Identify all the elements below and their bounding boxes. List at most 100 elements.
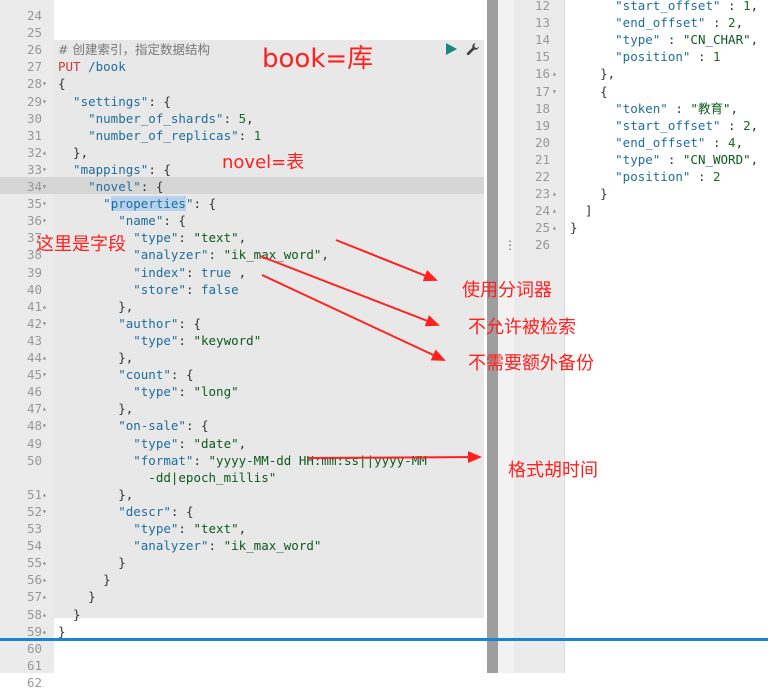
code-token: "教育" xyxy=(690,100,731,116)
code-text[interactable]: { xyxy=(58,75,66,92)
code-text[interactable]: }, xyxy=(58,349,133,366)
wrench-icon[interactable] xyxy=(466,42,480,56)
code-token: : xyxy=(705,134,729,150)
fold-collapse-icon[interactable]: ▴ xyxy=(552,185,562,202)
code-token: "mappings" xyxy=(58,161,149,177)
fold-collapse-icon[interactable]: ▴ xyxy=(42,400,52,417)
fold-expand-icon[interactable]: ▾ xyxy=(42,417,52,434)
code-token: "type" xyxy=(570,151,661,167)
code-text[interactable]: "mappings": { xyxy=(58,161,171,178)
fold-expand-icon[interactable]: ▾ xyxy=(552,83,562,100)
line-number: 36 xyxy=(26,213,42,229)
code-token: , xyxy=(750,117,759,133)
line-number: 46 xyxy=(26,384,42,400)
code-text[interactable]: "on-sale": { xyxy=(58,417,208,434)
code-text[interactable]: "number_of_replicas": 1 xyxy=(58,127,261,144)
code-token: } xyxy=(570,220,578,236)
fold-expand-icon[interactable]: ▾ xyxy=(42,315,52,332)
code-token: "ik_max_word" xyxy=(223,538,322,554)
code-token: , xyxy=(238,521,247,536)
code-text[interactable]: }, xyxy=(58,144,88,161)
code-text[interactable]: "settings": { xyxy=(58,93,171,110)
code-text[interactable]: "type": "keyword" xyxy=(58,332,261,349)
code-text[interactable]: "store": false xyxy=(58,281,238,298)
fold-collapse-icon[interactable]: ▴ xyxy=(42,298,52,315)
code-text: "type" : "CN_WORD", xyxy=(570,151,758,168)
code-token: } xyxy=(570,186,608,202)
code-text[interactable]: } xyxy=(58,554,126,571)
fold-collapse-icon[interactable]: ▴ xyxy=(42,606,52,623)
code-token: "type" xyxy=(58,521,179,536)
fold-expand-icon[interactable]: ▾ xyxy=(42,161,52,178)
code-token: { xyxy=(58,76,66,92)
code-text[interactable]: }, xyxy=(58,486,133,503)
code-text[interactable]: } xyxy=(58,606,81,623)
line-number: 16 xyxy=(534,66,550,82)
code-text[interactable]: "number_of_shards": 5, xyxy=(58,110,254,127)
code-token: : xyxy=(178,521,194,536)
fold-expand-icon[interactable]: ▾ xyxy=(42,503,52,520)
fold-expand-icon[interactable]: ▾ xyxy=(42,178,52,195)
fold-collapse-icon[interactable]: ▴ xyxy=(42,588,52,605)
fold-expand-icon[interactable]: ▾ xyxy=(42,195,52,212)
code-token: "end_offset" xyxy=(570,15,706,31)
fold-collapse-icon[interactable]: ▴ xyxy=(42,144,52,161)
code-text[interactable]: "author": { xyxy=(58,315,201,332)
line-number: 55 xyxy=(26,555,42,571)
code-token: "novel" xyxy=(58,179,141,194)
code-text[interactable]: # 创建索引，指定数据结构 xyxy=(58,41,210,58)
code-text[interactable]: "format": "yyyy-MM-dd HH:mm:ss||yyyy-MM xyxy=(58,452,427,469)
fold-expand-icon[interactable]: ▾ xyxy=(42,93,52,110)
line-number: 58 xyxy=(26,606,42,622)
play-icon[interactable] xyxy=(444,42,458,56)
line-number: 20 xyxy=(534,134,550,150)
code-token: : { xyxy=(148,93,171,109)
code-text[interactable]: -dd|epoch_millis" xyxy=(58,469,276,486)
code-text[interactable]: "type": "date", xyxy=(58,435,246,452)
fold-collapse-icon[interactable]: ▴ xyxy=(552,202,562,219)
line-number: 56 xyxy=(26,572,42,588)
code-text[interactable]: "novel": { xyxy=(58,178,163,195)
line-number: 52 xyxy=(26,503,42,519)
fold-expand-icon[interactable]: ▾ xyxy=(42,366,52,383)
code-text[interactable]: "properties": { xyxy=(58,195,216,212)
code-token: # 创建索引，指定数据结构 xyxy=(58,42,210,58)
code-text[interactable]: "type": "long" xyxy=(58,383,238,400)
code-text[interactable]: "index": true , xyxy=(58,264,246,281)
fold-collapse-icon[interactable]: ▴ xyxy=(42,349,52,366)
fold-collapse-icon[interactable]: ▴ xyxy=(42,486,52,503)
fold-expand-icon[interactable]: ▾ xyxy=(42,75,52,92)
code-token: , xyxy=(750,0,759,13)
code-text[interactable]: } xyxy=(58,588,96,605)
fold-collapse-icon[interactable]: ▴ xyxy=(552,65,562,82)
code-token: , xyxy=(246,110,254,126)
code-text[interactable]: } xyxy=(58,571,111,588)
code-text[interactable]: }, xyxy=(58,298,133,315)
line-number: 51 xyxy=(26,486,42,502)
fold-collapse-icon[interactable]: ▴ xyxy=(42,571,52,588)
fold-collapse-icon[interactable]: ▴ xyxy=(42,554,52,571)
code-token: 1 xyxy=(743,0,751,13)
code-token: "settings" xyxy=(58,93,149,109)
fold-expand-icon[interactable]: ▾ xyxy=(42,212,52,229)
code-token: "author" xyxy=(58,315,179,331)
code-text[interactable]: }, xyxy=(58,400,133,417)
code-token: , xyxy=(231,264,247,280)
code-text[interactable]: PUT /book xyxy=(58,58,126,75)
line-number: 34 xyxy=(26,179,42,194)
code-text[interactable]: "count": { xyxy=(58,366,193,383)
line-number: 21 xyxy=(534,151,550,167)
code-token: : xyxy=(667,100,691,116)
annotation-analyzer: 使用分词器 xyxy=(462,280,552,301)
code-text: "start_offset" : 2, xyxy=(570,117,758,134)
code-text[interactable]: "descr": { xyxy=(58,503,193,520)
code-text: }, xyxy=(570,65,615,82)
code-text[interactable]: "type": "text", xyxy=(58,520,246,537)
code-text[interactable]: "name": { xyxy=(58,212,186,229)
code-token: "end_offset" xyxy=(570,134,706,150)
code-text[interactable]: "analyzer": "ik_max_word" xyxy=(58,537,321,554)
code-token: "position" xyxy=(570,49,691,65)
fold-collapse-icon[interactable]: ▴ xyxy=(552,219,562,236)
code-token: : xyxy=(193,452,209,468)
code-token: : xyxy=(223,110,239,126)
